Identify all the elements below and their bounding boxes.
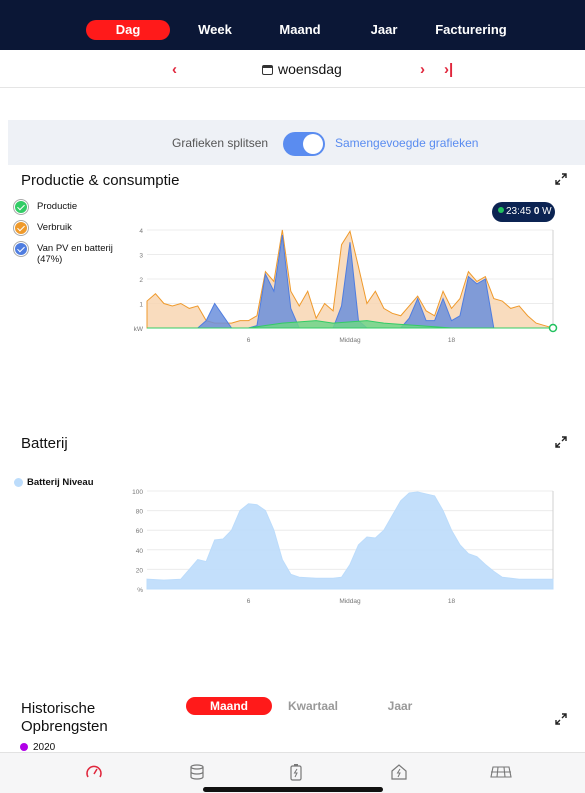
production-title: Productie & consumptie (21, 172, 180, 189)
expand-historic-icon[interactable] (555, 713, 567, 725)
tab-dag[interactable]: Dag (86, 20, 170, 40)
merge-charts-switch[interactable] (283, 132, 325, 156)
previous-day-button[interactable]: ‹ (172, 61, 177, 78)
y-tick-label: 4 (139, 228, 143, 235)
tab-week[interactable]: Week (190, 20, 240, 40)
y-tick-label: 40 (136, 548, 144, 555)
next-day-button[interactable]: › (420, 61, 425, 78)
historic-tab-jaar[interactable]: Jaar (375, 697, 425, 715)
y-tick-label: 3 (139, 253, 143, 260)
date-navigator: ‹ woensdag › ›| (0, 50, 585, 88)
merged-charts-label: Samengevoegde grafieken (335, 136, 479, 150)
x-tick-label: 6 (247, 598, 251, 605)
checkmark-icon (14, 221, 28, 235)
split-charts-label: Grafieken splitsen (172, 136, 269, 150)
battery-level-chart: 20 40 60 80 100% 6 Middag 18 (132, 489, 554, 605)
historic-tab-kwartaal[interactable]: Kwartaal (283, 697, 343, 715)
y-axis-unit-label: % (137, 587, 143, 594)
x-tick-label: Middag (339, 598, 361, 605)
tooltip-unit: W (542, 206, 552, 217)
chart-tooltip: 23:45 0 W (492, 202, 555, 222)
y-tick-label: 1 (139, 302, 143, 309)
checkmark-icon (14, 242, 28, 256)
legend-swatch (14, 478, 23, 487)
solar-panel-icon[interactable] (490, 763, 512, 781)
tooltip-dot (498, 207, 504, 213)
calendar-icon (262, 65, 273, 75)
x-tick-label: 6 (247, 337, 251, 344)
current-point-marker (548, 323, 558, 333)
historic-tab-maand[interactable]: Maand (186, 697, 272, 715)
y-tick-label: 2 (139, 277, 143, 284)
database-icon[interactable] (188, 763, 206, 781)
y-tick-label: 20 (136, 567, 144, 574)
expand-production-icon[interactable] (555, 173, 567, 185)
tab-maand[interactable]: Maand (272, 20, 328, 40)
battery-title: Batterij (21, 435, 68, 452)
chart-mode-toggle-band: Grafieken splitsen Samengevoegde grafiek… (8, 120, 585, 165)
date-picker[interactable]: woensdag (262, 61, 342, 77)
tooltip-value: 0 (533, 206, 540, 217)
y-tick-label: 80 (136, 509, 144, 516)
x-tick-label: 18 (448, 598, 456, 605)
legend-swatch (20, 743, 28, 751)
tab-facturering[interactable]: Facturering (430, 20, 512, 40)
y-tick-label: 60 (136, 528, 144, 535)
y-tick-label: 100 (132, 489, 143, 496)
date-label: woensdag (278, 61, 342, 77)
gauge-icon[interactable] (85, 763, 103, 781)
series-area-batterij-niveau (146, 491, 554, 590)
production-consumption-chart: 1 2 3 4 kW 6 Middag 18 (134, 228, 558, 344)
house-power-icon[interactable] (390, 763, 408, 781)
home-indicator (203, 787, 383, 792)
x-tick-label: Middag (339, 337, 361, 344)
battery-icon[interactable] (287, 763, 305, 781)
tab-jaar[interactable]: Jaar (362, 20, 406, 40)
switch-knob (303, 134, 323, 154)
tooltip-time: 23:45 (506, 206, 532, 217)
historic-title: Historische Opbrengsten (21, 700, 108, 735)
expand-battery-icon[interactable] (555, 436, 567, 448)
last-day-button[interactable]: ›| (444, 61, 453, 78)
period-tab-bar: Dag Week Maand Jaar Facturering (0, 0, 585, 50)
y-axis-unit-label: kW (134, 326, 144, 333)
checkmark-icon (14, 200, 28, 214)
x-tick-label: 18 (448, 337, 456, 344)
